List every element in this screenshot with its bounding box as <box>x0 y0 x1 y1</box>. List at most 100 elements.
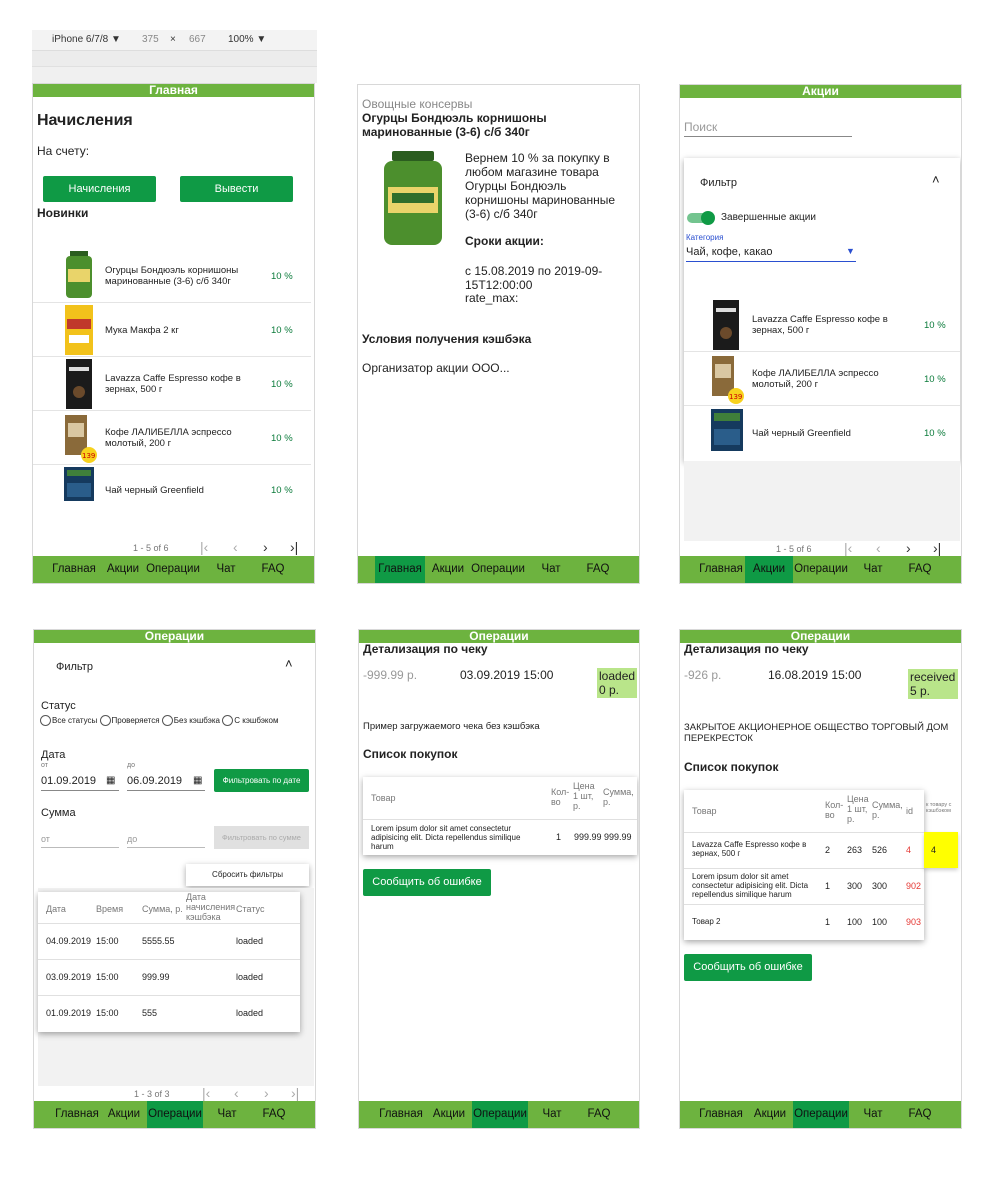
list-item[interactable]: 139 Кофе ЛАЛИБЕЛЛА эспрессо молотый, 200… <box>33 411 311 465</box>
prev-page-icon[interactable]: ‹ <box>233 539 238 555</box>
col-qty: Кол-во <box>825 800 844 820</box>
nav-chat[interactable]: Чат <box>534 556 568 583</box>
cell-price: 300 <box>847 881 863 891</box>
nav-operations[interactable]: Операции <box>145 556 201 583</box>
nav-home[interactable]: Главная <box>696 1101 746 1128</box>
nav-faq[interactable]: FAQ <box>580 556 616 583</box>
col-status: Статус <box>236 904 265 914</box>
list-item[interactable]: 139 Кофе ЛАЛИБЕЛЛА эспрессо молотый, 200… <box>684 352 960 406</box>
nav-promos[interactable]: Акции <box>750 1101 790 1128</box>
coffee-bag-image <box>66 359 92 409</box>
radio-checking[interactable]: Проверяется <box>99 715 160 726</box>
filter-sum-button[interactable]: Фильтровать по сумме <box>214 826 309 849</box>
list-item[interactable]: Lavazza Caffe Espresso кофе в зернах, 50… <box>33 357 311 411</box>
radio-no-cashback[interactable]: Без кэшбэка <box>161 715 220 726</box>
nav-promos[interactable]: Акции <box>429 1101 469 1128</box>
col-sum: Сумма, р. <box>872 800 903 820</box>
sum-to-input[interactable]: до <box>127 834 137 844</box>
nav-faq[interactable]: FAQ <box>581 1101 617 1128</box>
sum-from-input[interactable]: от <box>41 834 50 844</box>
accruals-button[interactable]: Начисления <box>43 176 156 202</box>
col-price: Цена 1 шт, р. <box>847 794 869 824</box>
radio-label: Без кэшбэка <box>173 715 220 725</box>
device-select[interactable]: iPhone 6/7/8 ▼ <box>52 34 121 45</box>
calendar-icon[interactable]: ▦ <box>106 775 115 786</box>
nav-faq[interactable]: FAQ <box>902 1101 938 1128</box>
nav-operations[interactable]: Операции <box>793 556 849 583</box>
chevron-up-icon[interactable]: ˄ <box>932 172 940 187</box>
cell-product: Товар 2 <box>692 917 721 926</box>
screen-promos: Акции Поиск Фильтр ˄ Завершенные акции К… <box>679 84 962 584</box>
bottom-nav: Главная Акции Операции Чат FAQ <box>680 556 961 583</box>
tea-box-image <box>64 467 94 501</box>
nav-operations[interactable]: Операции <box>470 556 526 583</box>
nav-chat[interactable]: Чат <box>209 556 243 583</box>
device-width[interactable]: 375 <box>142 34 159 45</box>
nav-chat[interactable]: Чат <box>210 1101 244 1128</box>
receipt-amount: -926 р. <box>684 668 722 682</box>
nav-home[interactable]: Главная <box>52 1101 102 1128</box>
radio-all[interactable]: Все статусы <box>40 715 97 726</box>
cashback-percent: 10 % <box>271 433 293 444</box>
filter-title[interactable]: Фильтр <box>700 177 737 189</box>
list-item[interactable]: Мука Макфа 2 кг 10 % <box>33 303 311 357</box>
nav-home[interactable]: Главная <box>696 556 746 583</box>
nav-faq[interactable]: FAQ <box>902 556 938 583</box>
first-page-icon[interactable]: |‹ <box>200 539 208 555</box>
product-name: Чай черный Greenfield <box>752 428 851 439</box>
date-from-underline <box>41 790 119 791</box>
list-item[interactable]: Чай черный Greenfield 10 % <box>684 406 960 460</box>
nav-home[interactable]: Главная <box>375 556 425 583</box>
nav-home[interactable]: Главная <box>376 1101 426 1128</box>
list-item[interactable]: Огурцы Бондюэль корнишоны маринованные (… <box>33 249 311 303</box>
category-select[interactable]: Чай, кофе, какао <box>686 246 773 258</box>
device-height[interactable]: 667 <box>189 34 206 45</box>
last-page-icon[interactable]: ›| <box>933 540 941 556</box>
next-page-icon[interactable]: › <box>906 540 911 556</box>
nav-chat[interactable]: Чат <box>856 556 890 583</box>
status-badge: loaded 0 р. <box>597 668 637 698</box>
nav-operations[interactable]: Операции <box>793 1101 849 1128</box>
nav-promos[interactable]: Акции <box>745 556 793 583</box>
filter-title[interactable]: Фильтр <box>56 661 93 673</box>
list-item[interactable]: Чай черный Greenfield 10 % <box>33 465 311 519</box>
chevron-up-icon[interactable]: ˄ <box>285 656 293 671</box>
search-input[interactable]: Поиск <box>684 120 717 134</box>
dropdown-arrow-icon[interactable]: ▼ <box>846 246 855 256</box>
prev-page-icon[interactable]: ‹ <box>234 1085 239 1101</box>
report-error-button[interactable]: Сообщить об ошибке <box>684 954 812 981</box>
nav-promos[interactable]: Акции <box>104 1101 144 1128</box>
first-page-icon[interactable]: |‹ <box>844 540 852 556</box>
nav-home[interactable]: Главная <box>47 556 101 583</box>
prev-page-icon[interactable]: ‹ <box>876 540 881 556</box>
reset-filters-button[interactable]: Сбросить фильтры <box>186 864 309 886</box>
last-page-icon[interactable]: ›| <box>290 539 298 555</box>
zoom-select[interactable]: 100% ▼ <box>228 34 266 45</box>
list-item[interactable]: Lavazza Caffe Espresso кофе в зернах, 50… <box>684 298 960 352</box>
calendar-icon[interactable]: ▦ <box>193 775 202 786</box>
next-page-icon[interactable]: › <box>263 539 268 555</box>
date-to-input[interactable]: 06.09.2019 <box>127 775 182 787</box>
report-error-button[interactable]: Сообщить об ошибке <box>363 869 491 896</box>
nav-faq[interactable]: FAQ <box>255 556 291 583</box>
nav-chat[interactable]: Чат <box>535 1101 569 1128</box>
nav-operations[interactable]: Операции <box>147 1101 203 1128</box>
date-from-input[interactable]: 01.09.2019 <box>41 775 96 787</box>
nav-faq[interactable]: FAQ <box>256 1101 292 1128</box>
cell-sum: 999.99 <box>604 832 632 842</box>
nav-operations[interactable]: Операции <box>472 1101 528 1128</box>
withdraw-button[interactable]: Вывести <box>180 176 293 202</box>
first-page-icon[interactable]: |‹ <box>202 1085 210 1101</box>
nav-promos[interactable]: Акции <box>103 556 143 583</box>
cell-qty: 1 <box>556 832 562 842</box>
filter-date-button[interactable]: Фильтровать по дате <box>214 769 309 792</box>
nav-promos[interactable]: Акции <box>428 556 468 583</box>
last-page-icon[interactable]: ›| <box>291 1085 299 1101</box>
receipt-date: 16.08.2019 15:00 <box>768 668 862 682</box>
next-page-icon[interactable]: › <box>264 1085 269 1101</box>
completed-switch[interactable] <box>687 211 715 225</box>
radio-with-cashback[interactable]: С кэшбэком <box>222 715 278 726</box>
col-time: Время <box>96 904 124 914</box>
nav-chat[interactable]: Чат <box>856 1101 890 1128</box>
cell-sum: 526 <box>872 845 888 855</box>
